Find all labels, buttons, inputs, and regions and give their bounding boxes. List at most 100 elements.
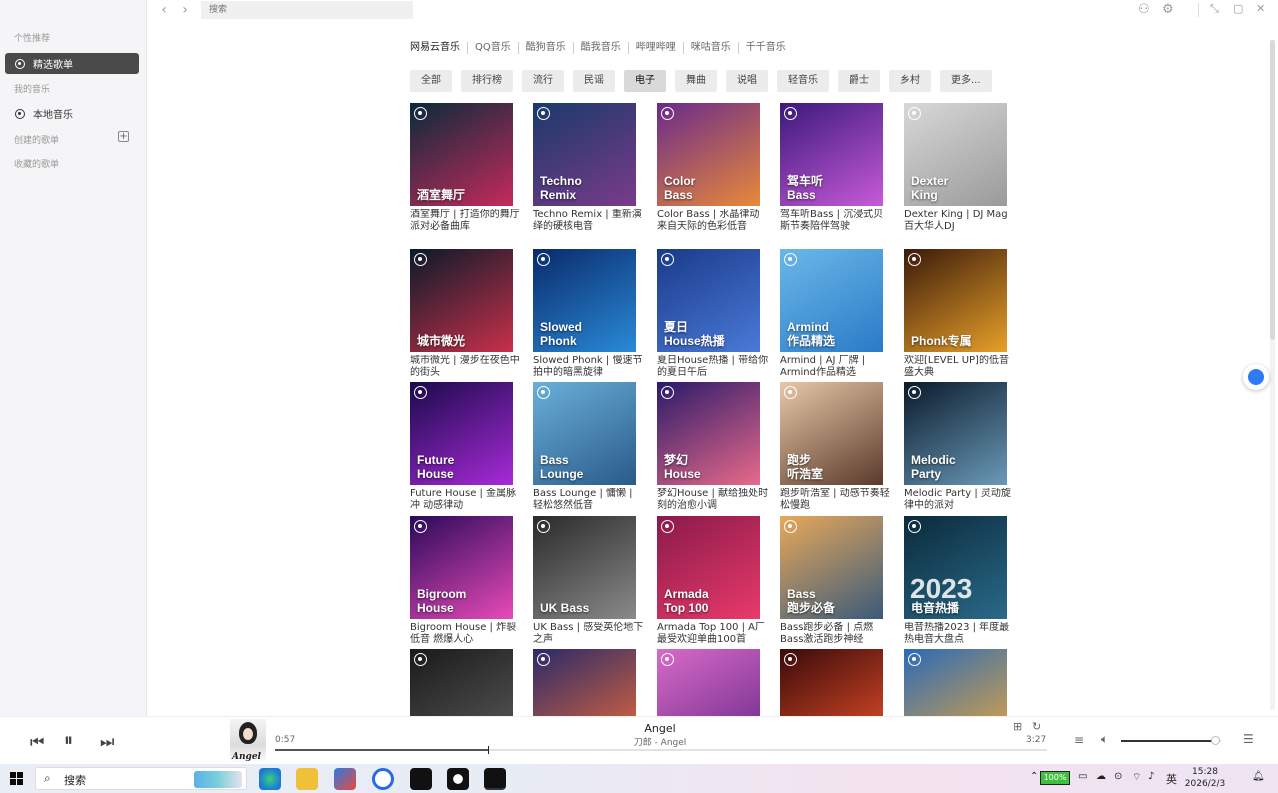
qq-icon[interactable] xyxy=(447,768,469,790)
sidebar-item-local[interactable]: 本地音乐 xyxy=(5,103,139,124)
playlist-cover[interactable]: Bass 跑步必备 xyxy=(780,516,883,619)
genre-chip[interactable]: 电子 xyxy=(624,70,666,92)
platform-tab[interactable]: QQ音乐 xyxy=(467,42,518,54)
playlist-card[interactable]: 2023 电音热播 电音热播2023 | 年度最热电音大盘点 xyxy=(904,516,1009,658)
playlist-card[interactable]: 跑步 听浩室 跑步听浩室 | 动感节奏轻松慢跑 xyxy=(780,382,890,524)
playlist-cover[interactable]: Armind 作品精选 xyxy=(780,249,883,352)
genre-chip[interactable]: 更多... xyxy=(940,70,992,92)
album-art[interactable]: Angel xyxy=(230,719,266,763)
playlist-cover[interactable]: 夏日 House热播 xyxy=(657,249,760,352)
close-icon[interactable]: ✕ xyxy=(1256,2,1265,15)
playlist-cover[interactable]: 酒室舞厅 xyxy=(410,103,513,206)
back-icon[interactable]: ‹ xyxy=(157,3,171,17)
genre-chip[interactable]: 说唱 xyxy=(726,70,768,92)
playlist-card[interactable]: Slowed Phonk Slowed Phonk | 慢速节拍中的暗黑旋律 xyxy=(533,249,642,391)
playlist-cover[interactable]: Bass Lounge xyxy=(533,382,636,485)
network-icon[interactable]: ⊙ xyxy=(1114,771,1122,782)
queue-icon[interactable]: ☰ xyxy=(1243,732,1254,746)
add-to-playlist-icon[interactable]: ⊞ xyxy=(1013,720,1022,733)
settings-icon[interactable]: ⚙ xyxy=(1162,2,1174,17)
volume-slider[interactable] xyxy=(1121,736,1221,745)
platform-tab[interactable]: 咪咕音乐 xyxy=(682,42,738,54)
ime-indicator[interactable]: 英 xyxy=(1166,771,1177,787)
playlist-card[interactable]: 酒室舞厅 酒室舞厅 | 打造你的舞厅派对必备曲库 xyxy=(410,103,520,245)
battery-indicator[interactable]: 100% xyxy=(1040,771,1070,785)
maximize-icon[interactable]: ▢ xyxy=(1233,2,1243,15)
scroll-thumb[interactable] xyxy=(1270,40,1275,340)
playlist-cover[interactable]: Dexter King xyxy=(904,103,1007,206)
playlist-cover[interactable]: Phonk专属 xyxy=(904,249,1007,352)
playlist-card[interactable]: Dexter King Dexter King | DJ Mag百大华人DJ xyxy=(904,103,1008,245)
music-app-icon[interactable] xyxy=(484,768,506,790)
playlist-card[interactable]: 夏日 House热播 夏日House热播 | 带给你的夏日午后 xyxy=(657,249,768,391)
search-input[interactable] xyxy=(201,1,413,19)
playlist-cover[interactable]: Color Bass xyxy=(657,103,760,206)
playlist-description[interactable]: Techno Remix | 重新演绎的硬核电音 xyxy=(533,209,645,245)
playlist-card[interactable]: Techno Remix Techno Remix | 重新演绎的硬核电音 xyxy=(533,103,642,245)
notification-icon[interactable]: 🔔︎ xyxy=(1252,771,1265,782)
taskbar-search[interactable]: ⌕ 搜索 xyxy=(35,767,247,790)
playlist-cover[interactable]: Bigroom House xyxy=(410,516,513,619)
loop-icon[interactable]: ↻ xyxy=(1032,720,1041,733)
genre-chip[interactable]: 乡村 xyxy=(889,70,931,92)
user-icon[interactable]: ⚇ xyxy=(1138,2,1150,17)
playlist-card[interactable]: Melodic Party Melodic Party | 灵动旋律中的派对 xyxy=(904,382,1011,524)
next-icon[interactable]: ⏭ xyxy=(100,732,114,752)
playlist-cover[interactable]: UK Bass xyxy=(533,516,636,619)
pause-icon[interactable]: ⏸ xyxy=(64,730,73,751)
speaker-icon[interactable]: ♪ xyxy=(1148,771,1154,782)
scrollbar[interactable] xyxy=(1270,40,1275,710)
playlist-cover[interactable]: 梦幻 House xyxy=(657,382,760,485)
playlist-card[interactable]: Armada Top 100 Armada Top 100 | A厂最受欢迎单曲1… xyxy=(657,516,765,658)
store-icon[interactable] xyxy=(334,768,356,790)
playlist-card[interactable]: Armind 作品精选 Armind | AJ 厂牌 | Armind作品精选 xyxy=(780,249,883,391)
playlist-card[interactable]: 城市微光 城市微光 | 漫步在夜色中的街头 xyxy=(410,249,520,391)
file-explorer-icon[interactable] xyxy=(296,768,318,790)
playlist-description[interactable]: Dexter King | DJ Mag百大华人DJ xyxy=(904,209,1016,245)
playlist-cover[interactable]: 驾车听 Bass xyxy=(780,103,883,206)
playlist-card[interactable]: Color Bass Color Bass | 水晶律动 来自天际的色彩低音 xyxy=(657,103,760,245)
genre-chip[interactable]: 民谣 xyxy=(573,70,615,92)
lyrics-icon[interactable]: ≡ xyxy=(1074,733,1084,747)
genre-chip[interactable]: 流行 xyxy=(522,70,564,92)
playlist-description[interactable]: 酒室舞厅 | 打造你的舞厅派对必备曲库 xyxy=(410,209,522,245)
playlist-card[interactable]: 驾车听 Bass 驾车听Bass | 沉浸式贝斯节奏陪伴驾驶 xyxy=(780,103,883,245)
volume-handle[interactable] xyxy=(1211,736,1220,745)
playlist-cover[interactable]: Slowed Phonk xyxy=(533,249,636,352)
platform-tab[interactable]: 千千音乐 xyxy=(737,42,793,54)
playlist-card[interactable]: UK Bass UK Bass | 感受英伦地下之声 xyxy=(533,516,643,658)
floating-assistant-icon[interactable] xyxy=(1243,364,1269,390)
genre-chip[interactable]: 舞曲 xyxy=(675,70,717,92)
forward-icon[interactable]: › xyxy=(178,3,192,17)
playlist-cover[interactable]: Armada Top 100 xyxy=(657,516,760,619)
minimize-icon[interactable]: ⤡ xyxy=(1210,2,1219,16)
platform-tab[interactable]: 酷我音乐 xyxy=(572,42,628,54)
cloud-icon[interactable]: ☁ xyxy=(1096,771,1106,782)
platform-tab[interactable]: 网易云音乐 xyxy=(410,42,467,54)
playlist-cover[interactable]: Future House xyxy=(410,382,513,485)
tray-chevron-icon[interactable]: ⌃ xyxy=(1030,771,1038,782)
battery-icon[interactable]: ▭ xyxy=(1078,771,1087,782)
playlist-card[interactable]: Bass 跑步必备 Bass跑步必备 | 点燃Bass激活跑步神经 xyxy=(780,516,883,658)
genre-chip[interactable]: 全部 xyxy=(410,70,452,92)
playlist-card[interactable]: Bigroom House Bigroom House | 炸裂低音 燃爆人心 xyxy=(410,516,516,658)
genre-chip[interactable]: 爵士 xyxy=(838,70,880,92)
progress-bar[interactable] xyxy=(275,746,1047,754)
playlist-card[interactable]: Phonk专属 欢迎[LEVEL UP]的低音盛大典 xyxy=(904,249,1009,391)
windows-start-icon[interactable] xyxy=(10,772,23,785)
platform-tab[interactable]: 酷狗音乐 xyxy=(517,42,573,54)
add-playlist-icon[interactable]: + xyxy=(118,131,129,142)
genre-chip[interactable]: 轻音乐 xyxy=(777,70,829,92)
genre-chip[interactable]: 排行榜 xyxy=(461,70,513,92)
chat-app-icon[interactable] xyxy=(372,768,394,790)
playlist-card[interactable]: Bass Lounge Bass Lounge | 慵懒 | 轻松悠然低音 xyxy=(533,382,636,524)
clock[interactable]: 15:28 2026/2/3 xyxy=(1180,766,1230,790)
previous-icon[interactable]: ⏮ xyxy=(30,732,44,752)
playlist-description[interactable]: Color Bass | 水晶律动 来自天际的色彩低音 xyxy=(657,209,769,245)
progress-handle[interactable] xyxy=(488,746,490,754)
sidebar-item-featured[interactable]: 精选歌单 xyxy=(5,53,139,74)
edge-icon[interactable] xyxy=(259,768,281,790)
design-app-icon[interactable] xyxy=(410,768,432,790)
playlist-cover[interactable]: 跑步 听浩室 xyxy=(780,382,883,485)
playlist-cover[interactable]: 2023 电音热播 xyxy=(904,516,1007,619)
